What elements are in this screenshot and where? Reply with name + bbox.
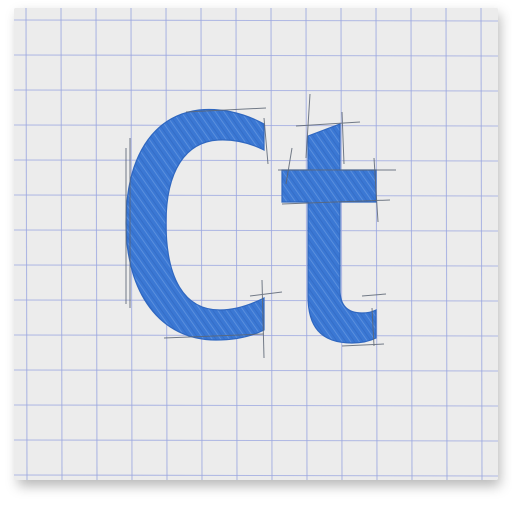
paper-background: [14, 8, 498, 480]
app-icon-tile[interactable]: [14, 8, 498, 480]
icon-stage: [0, 0, 512, 512]
sketch-icon: [14, 8, 498, 480]
